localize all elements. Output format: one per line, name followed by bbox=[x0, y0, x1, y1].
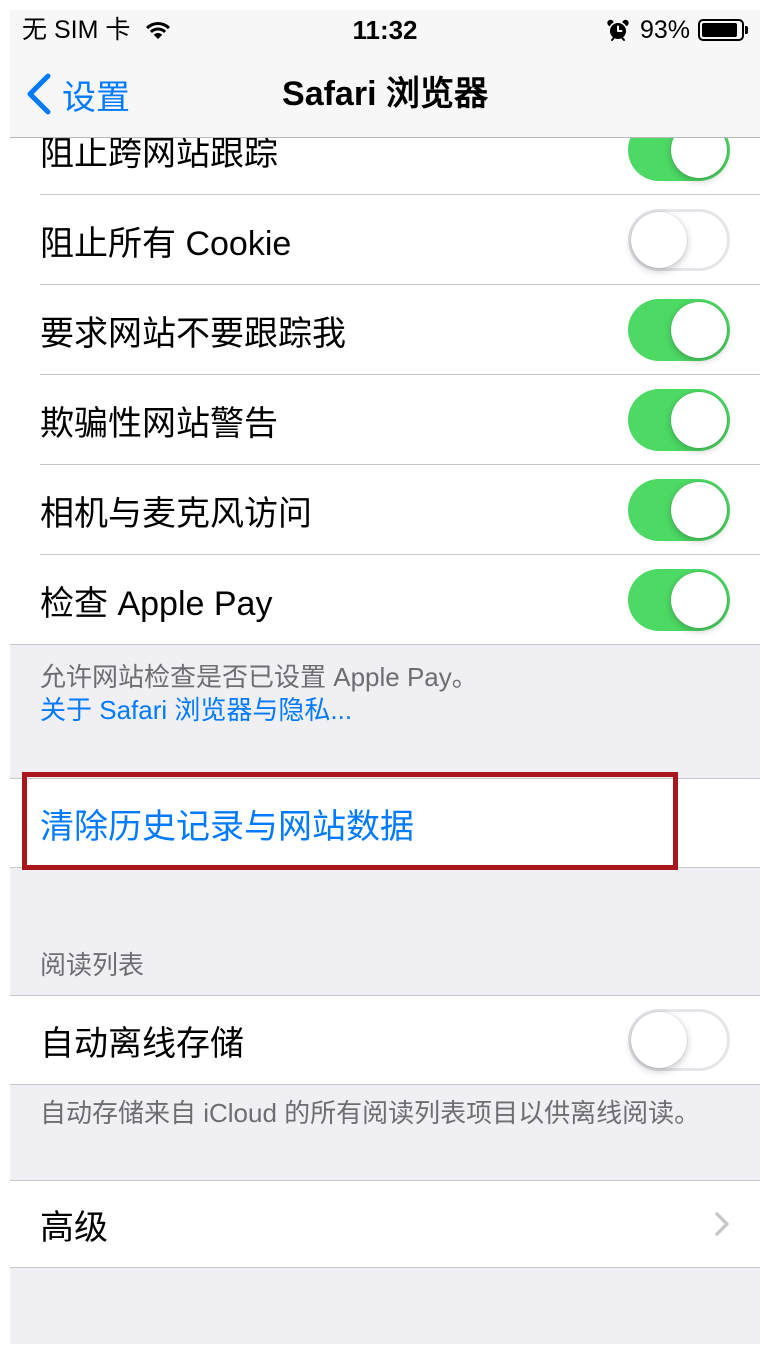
toggle-knob bbox=[631, 212, 687, 268]
battery-fill bbox=[702, 23, 738, 37]
alarm-icon bbox=[607, 19, 629, 41]
page-title: Safari 浏览器 bbox=[282, 75, 488, 113]
privacy-footer: 允许网站检查是否已设置 Apple Pay。 关于 Safari 浏览器与隐私.… bbox=[10, 645, 760, 778]
toggle-knob bbox=[671, 482, 727, 538]
reading-list-footer: 自动存储来自 iCloud 的所有阅读列表项目以供离线阅读。 bbox=[10, 1085, 760, 1180]
clear-history-group: 清除历史记录与网站数据 bbox=[10, 778, 760, 868]
row-block-all-cookies: 阻止所有 Cookie bbox=[10, 195, 760, 285]
advanced-row[interactable]: 高级 bbox=[10, 1180, 760, 1268]
toggle-switch[interactable] bbox=[628, 569, 730, 631]
toggle-knob bbox=[671, 392, 727, 448]
privacy-group: 阻止跨网站跟踪 阻止所有 Cookie 要求网站不要跟踪我 欺骗性网站警告 相机… bbox=[10, 105, 760, 645]
toggle-switch[interactable] bbox=[628, 389, 730, 451]
phone-screen: 无 SIM 卡 11:32 93% 设置 Safari 浏览器 阻止跨网站跟踪 … bbox=[10, 10, 760, 1344]
toggle-switch[interactable] bbox=[628, 299, 730, 361]
clear-history-button[interactable]: 清除历史记录与网站数据 bbox=[10, 778, 760, 868]
chevron-left-icon bbox=[27, 73, 51, 115]
settings-list: 阻止跨网站跟踪 阻止所有 Cookie 要求网站不要跟踪我 欺骗性网站警告 相机… bbox=[10, 105, 760, 1268]
toggle-switch[interactable] bbox=[628, 479, 730, 541]
status-bar: 无 SIM 卡 11:32 93% bbox=[10, 10, 760, 50]
row-fraudulent-website-warning: 欺骗性网站警告 bbox=[10, 375, 760, 465]
row-auto-save-offline: 自动离线存储 bbox=[10, 995, 760, 1085]
nav-bar-divider bbox=[10, 137, 760, 138]
advanced-group: 高级 bbox=[10, 1180, 760, 1268]
row-label: 相机与麦克风访问 bbox=[40, 494, 312, 533]
top-bar: 无 SIM 卡 11:32 93% 设置 Safari 浏览器 bbox=[10, 10, 760, 138]
chevron-right-icon bbox=[715, 1212, 729, 1236]
row-camera-microphone-access: 相机与麦克风访问 bbox=[10, 465, 760, 555]
row-check-apple-pay: 检查 Apple Pay bbox=[10, 555, 760, 645]
toggle-knob bbox=[671, 302, 727, 358]
row-label: 自动离线存储 bbox=[40, 1024, 244, 1063]
status-time: 11:32 bbox=[352, 15, 418, 45]
privacy-footer-link[interactable]: 关于 Safari 浏览器与隐私... bbox=[40, 694, 730, 727]
status-right: 93% bbox=[606, 10, 748, 50]
row-label: 欺骗性网站警告 bbox=[40, 404, 278, 443]
reading-list-header: 阅读列表 bbox=[40, 950, 145, 980]
row-label: 阻止所有 Cookie bbox=[40, 224, 292, 263]
toggle-switch[interactable] bbox=[628, 209, 730, 271]
status-left: 无 SIM 卡 bbox=[22, 10, 172, 50]
row-label: 要求网站不要跟踪我 bbox=[40, 314, 346, 353]
row-do-not-track: 要求网站不要跟踪我 bbox=[10, 285, 760, 375]
reading-list-group: 自动离线存储 bbox=[10, 995, 760, 1085]
toggle-knob bbox=[671, 572, 727, 628]
battery-nub bbox=[745, 26, 748, 34]
row-label: 检查 Apple Pay bbox=[40, 584, 273, 623]
navigation-bar: 设置 Safari 浏览器 bbox=[10, 50, 760, 138]
wifi-icon bbox=[146, 22, 171, 39]
battery-body bbox=[698, 19, 744, 41]
toggle-knob bbox=[631, 1012, 687, 1068]
back-button-label: 设置 bbox=[62, 78, 130, 117]
toggle-switch[interactable] bbox=[628, 1009, 730, 1071]
privacy-footer-text: 允许网站检查是否已设置 Apple Pay。 bbox=[40, 662, 478, 692]
clear-history-label: 清除历史记录与网站数据 bbox=[40, 807, 414, 846]
carrier-label: 无 SIM 卡 bbox=[22, 16, 131, 44]
battery-icon bbox=[698, 19, 748, 41]
advanced-label: 高级 bbox=[40, 1208, 108, 1247]
reading-list-footer-text: 自动存储来自 iCloud 的所有阅读列表项目以供离线阅读。 bbox=[40, 1098, 701, 1128]
back-button[interactable]: 设置 bbox=[26, 50, 130, 138]
battery-percent: 93% bbox=[639, 16, 690, 44]
